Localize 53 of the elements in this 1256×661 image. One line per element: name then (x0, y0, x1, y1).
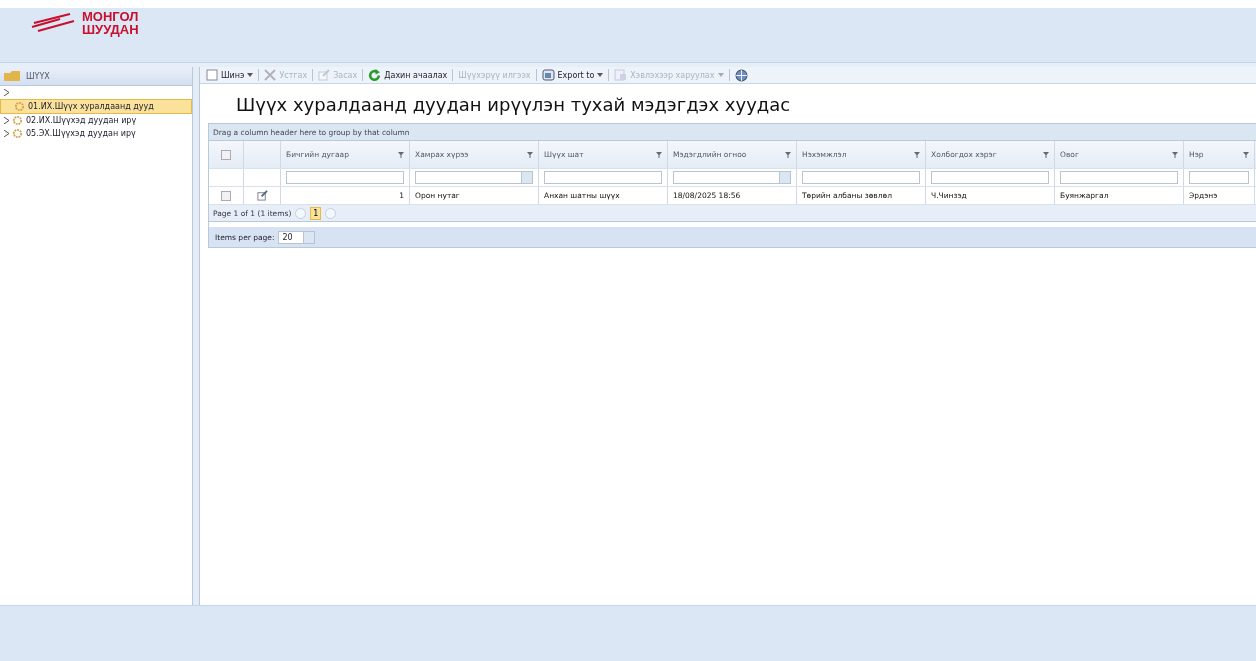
export-icon (541, 69, 555, 81)
filter-icon (656, 151, 662, 158)
expand-icon (4, 89, 9, 96)
filter-field[interactable] (802, 171, 920, 184)
filter-field[interactable] (286, 171, 404, 184)
next-page-button[interactable] (325, 207, 337, 219)
caret-icon (717, 73, 724, 77)
edit-icon[interactable] (256, 190, 268, 201)
caret-icon (597, 73, 604, 77)
toolbar-button[interactable]: Шинэ (204, 69, 256, 81)
filter-field[interactable] (1060, 171, 1178, 184)
folder-icon (4, 71, 20, 81)
logo-icon (30, 11, 76, 35)
sidebar-title: ШҮҮХ (26, 71, 50, 81)
tree-item-label: 05.ЭХ.Шүүхэд дуудан ирү (26, 129, 136, 138)
page-icon (206, 69, 218, 81)
toolbar-button[interactable]: Дахин ачаалах (366, 68, 450, 82)
filter-field[interactable] (415, 171, 533, 184)
close-icon (264, 69, 277, 81)
globe-icon (734, 68, 748, 82)
tree-item-label: 02.ИХ.Шүүхэд дуудан ирү (26, 116, 137, 125)
pencil-icon (318, 69, 331, 81)
gear-icon (14, 101, 25, 112)
gear-icon (12, 115, 23, 126)
splitter-bar[interactable] (193, 67, 200, 605)
tree-item-label: 01.ИХ.Шүүх хуралдаанд дууд (28, 102, 154, 111)
page-button[interactable]: 1 (310, 206, 322, 220)
page-title: Шүүх хуралдаанд дуудан ирүүлэн тухай мэдэгдэх хуудас (236, 94, 792, 115)
filter-icon (1043, 151, 1049, 158)
caret-icon (247, 73, 254, 77)
tree-item[interactable]: 02.ИХ.Шүүхэд дуудан ирү (0, 114, 192, 127)
filter-field[interactable] (1189, 171, 1249, 184)
filter-field[interactable] (544, 171, 662, 184)
row-checkbox[interactable] (221, 190, 231, 201)
logo-text: МОНГОЛ ШУУДАН (82, 10, 139, 36)
filter-icon (914, 151, 920, 158)
tree-item[interactable]: 01.ИХ.Шүүх хуралдаанд дууд (0, 99, 192, 114)
tree-item[interactable]: 05.ЭХ.Шүүхэд дуудан ирү (0, 127, 192, 140)
page-size-dropdown[interactable]: 20 (278, 230, 315, 244)
gear-icon (12, 128, 23, 139)
filter-icon (1243, 151, 1249, 158)
filter-icon (527, 151, 533, 158)
filter-field[interactable] (931, 171, 1049, 184)
filter-icon (1172, 151, 1178, 158)
filter-icon (785, 151, 791, 158)
toolbar-button[interactable] (732, 68, 750, 82)
toolbar-button[interactable]: Export to (539, 69, 606, 81)
select-all-checkbox[interactable] (221, 149, 231, 160)
filter-field[interactable] (673, 171, 791, 184)
previous-page-button[interactable] (295, 207, 307, 219)
filter-icon (398, 151, 404, 158)
document-icon (614, 69, 628, 81)
refresh-icon (368, 68, 382, 82)
